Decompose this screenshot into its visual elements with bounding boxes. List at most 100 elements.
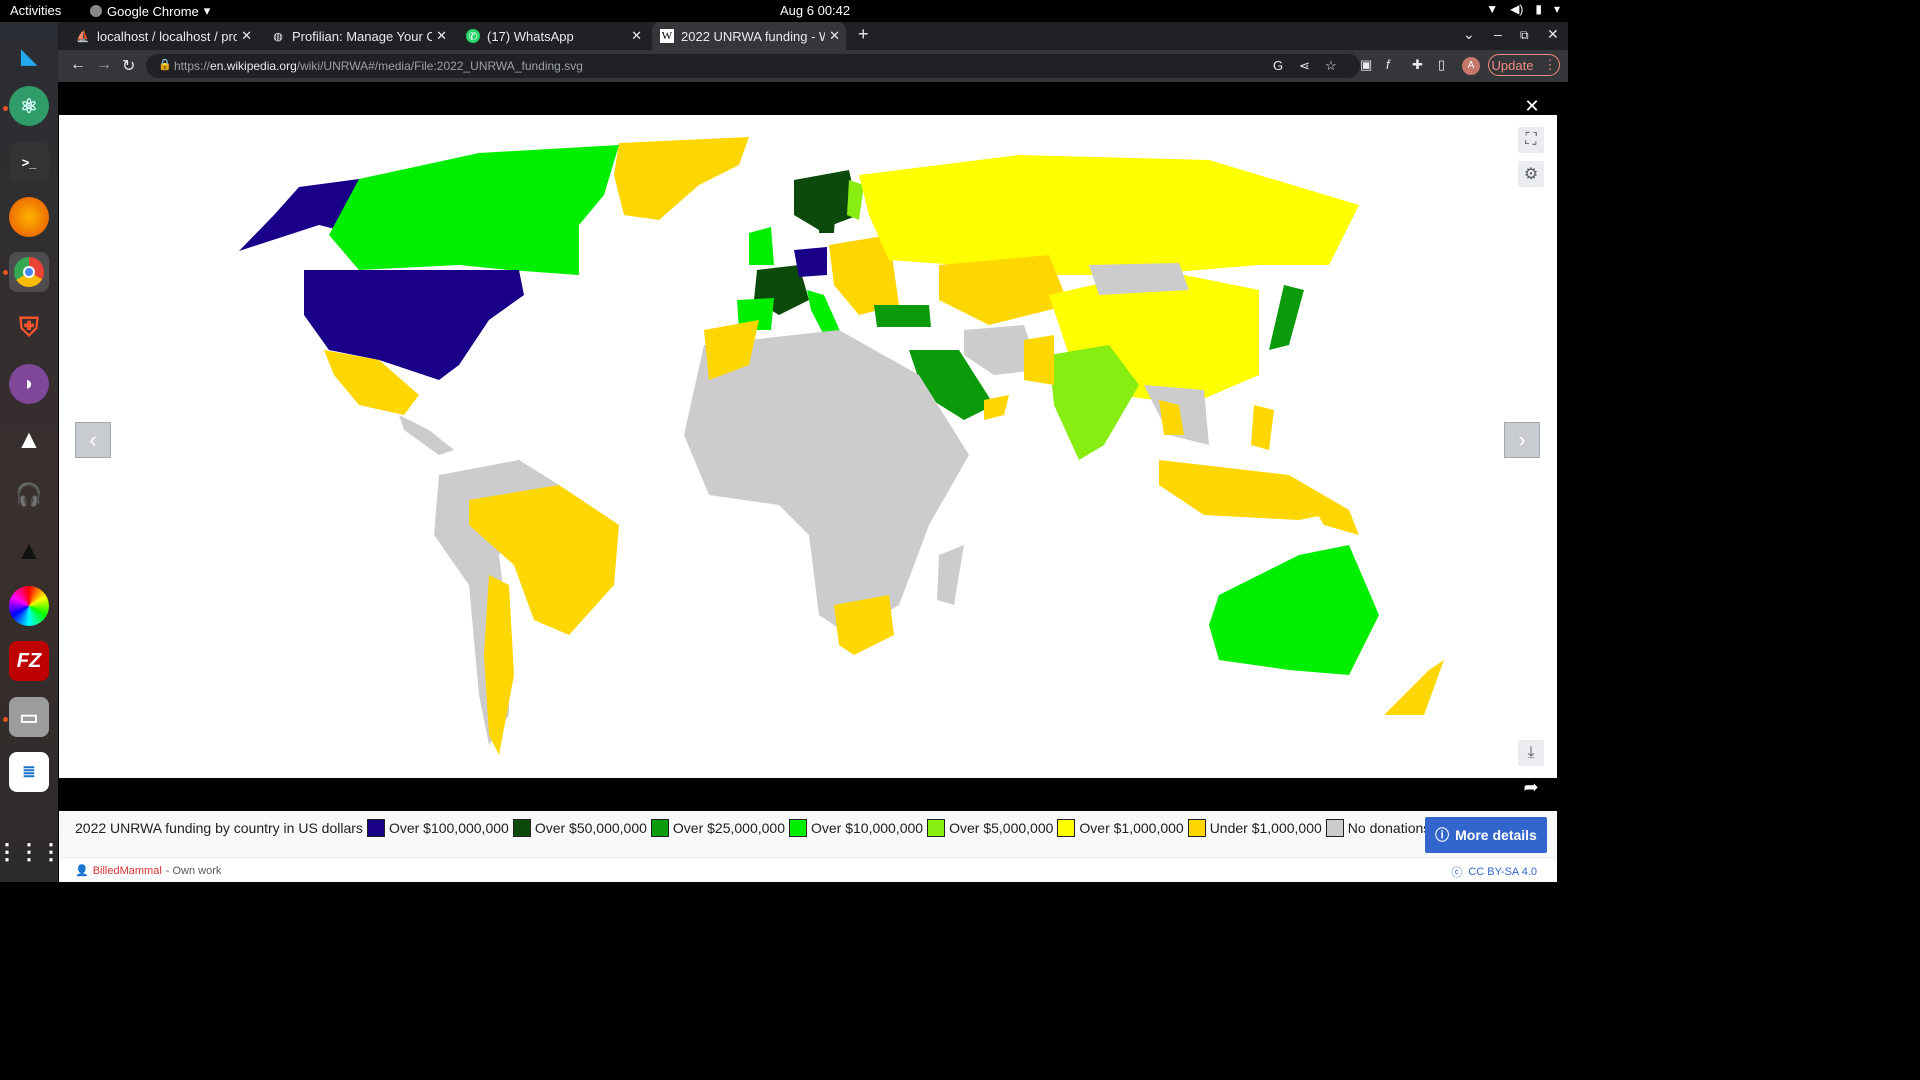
tab-whatsapp[interactable]: ✆ (17) WhatsApp ✕ — [458, 22, 648, 50]
globe-icon: ◍ — [273, 30, 283, 43]
close-viewer-icon[interactable]: ✕ — [1519, 93, 1545, 119]
tab-wikipedia[interactable]: W 2022 UNRWA funding - Wi ✕ — [652, 22, 846, 50]
tab-phpmyadmin[interactable]: ⛵ localhost / localhost / pro ✕ — [68, 22, 258, 50]
legend-swatch — [650, 819, 669, 837]
tab-title: 2022 UNRWA funding - Wi — [681, 28, 825, 44]
whatsapp-icon: ✆ — [466, 29, 480, 43]
close-tab-icon[interactable]: ✕ — [631, 28, 642, 44]
filezilla-icon[interactable]: FZ — [9, 641, 49, 681]
settings-gear-icon[interactable]: ⚙ — [1518, 161, 1544, 187]
writer-icon[interactable]: ≣ — [9, 752, 49, 792]
source-text: - Own work — [165, 864, 222, 877]
tor-icon[interactable]: ◗ — [9, 364, 49, 404]
chrome-icon[interactable] — [9, 252, 49, 292]
phpmyadmin-icon: ⛵ — [76, 30, 90, 43]
more-details-button[interactable]: ⓘ More details — [1425, 817, 1547, 853]
author-link[interactable]: BilledMammal — [93, 865, 162, 877]
next-image-button[interactable]: › — [1504, 422, 1540, 458]
battery-icon: ▮ — [1535, 2, 1542, 16]
tab-strip: ⛵ localhost / localhost / pro ✕ ◍ Profil… — [58, 22, 1568, 50]
legend-label: Over $50,000,000 — [534, 820, 647, 836]
close-tab-icon[interactable]: ✕ — [241, 28, 252, 44]
running-indicator — [3, 106, 8, 111]
legend-swatch — [1325, 819, 1344, 837]
tab-title: localhost / localhost / pro — [97, 28, 237, 44]
atom-icon[interactable]: ⚛ — [9, 86, 49, 126]
activities-button[interactable]: Activities — [10, 3, 61, 18]
legend-swatch — [1057, 819, 1076, 837]
new-tab-button[interactable]: + — [858, 24, 869, 45]
dock: ◣ ⚛ >_ ⛨ ◗ ▲ 🎧 ▲ FZ ▭ ≣ ⋮⋮⋮ — [0, 22, 62, 882]
caption-title: 2022 UNRWA funding by country in US doll… — [75, 820, 363, 836]
inkscape-icon[interactable]: ▲ — [9, 419, 49, 459]
extensions-icon[interactable]: ✚ — [1412, 57, 1423, 73]
address-bar[interactable]: 🔒 https://en.wikipedia.org/wiki/UNRWA#/m… — [146, 54, 1360, 78]
clock[interactable]: Aug 6 00:42 — [780, 3, 850, 18]
anonymous-icon[interactable]: ▲ — [9, 530, 49, 570]
tab-search-icon[interactable]: ⌄ — [1463, 26, 1475, 43]
color-picker-icon[interactable] — [9, 586, 49, 626]
close-window-icon[interactable]: ✕ — [1547, 26, 1559, 43]
chrome-small-icon — [90, 5, 102, 17]
google-lens-icon[interactable]: G — [1273, 58, 1283, 73]
side-panel-icon[interactable]: ▯ — [1438, 57, 1445, 73]
previous-image-button[interactable]: ‹ — [75, 422, 111, 458]
tab-profilian[interactable]: ◍ Profilian: Manage Your Co ✕ — [263, 22, 453, 50]
caption-bar: 2022 UNRWA funding by country in US doll… — [59, 811, 1557, 857]
world-map-image[interactable] — [59, 115, 1557, 778]
license-link[interactable]: ⓒ CC BY-SA 4.0 — [1451, 864, 1537, 880]
legend-swatch — [512, 819, 531, 837]
tab-title: Profilian: Manage Your Co — [292, 28, 432, 44]
system-top-bar: Activities Google Chrome ▾ Aug 6 00:42 ▼… — [0, 0, 1568, 22]
legend-swatch — [927, 819, 946, 837]
running-indicator — [3, 717, 8, 722]
funding-map — [59, 115, 1557, 778]
brave-icon[interactable]: ⛨ — [9, 308, 49, 348]
volume-icon: ◀) — [1510, 2, 1524, 16]
author-bar: 👤 BilledMammal - Own work ⓒ CC BY-SA 4.0 — [59, 857, 1557, 882]
close-tab-icon[interactable]: ✕ — [829, 28, 840, 44]
close-tab-icon[interactable]: ✕ — [436, 28, 447, 44]
wikipedia-icon: W — [660, 29, 674, 43]
more-menu-icon[interactable]: ⋮ — [1543, 57, 1556, 73]
firefox-icon[interactable] — [9, 197, 49, 237]
bookmark-star-icon[interactable]: ☆ — [1325, 58, 1337, 74]
reload-icon[interactable]: ↻ — [122, 56, 135, 76]
minimize-icon[interactable]: – — [1494, 26, 1502, 42]
app-name: Google Chrome — [107, 3, 199, 19]
update-button[interactable]: Update ⋮ — [1488, 54, 1560, 76]
url-text[interactable]: https://en.wikipedia.org/wiki/UNRWA#/med… — [174, 59, 583, 73]
download-icon[interactable]: ⤓ — [1518, 740, 1544, 766]
legend-label: Under $1,000,000 — [1209, 820, 1322, 836]
legend-swatch — [366, 819, 385, 837]
formula-extension-icon[interactable]: f — [1386, 57, 1390, 72]
legend-swatch — [1187, 819, 1206, 837]
wifi-icon: ▼ — [1486, 2, 1499, 16]
app-menu[interactable]: Google Chrome ▾ — [90, 3, 210, 19]
tab-title: (17) WhatsApp — [487, 28, 574, 44]
profile-avatar[interactable]: A — [1462, 57, 1480, 75]
turkey — [874, 305, 931, 327]
sweden — [819, 187, 837, 233]
restore-icon[interactable]: ⧉ — [1520, 28, 1529, 43]
vscode-icon[interactable]: ◣ — [9, 36, 49, 76]
lock-icon[interactable]: 🔒 — [158, 58, 172, 71]
terminal-icon[interactable]: >_ — [9, 142, 49, 182]
screencast-icon[interactable]: ▣ — [1360, 57, 1372, 73]
share-icon[interactable]: ⋖ — [1299, 58, 1310, 74]
pakistan — [1024, 335, 1054, 385]
system-menu-caret-icon: ▾ — [1553, 2, 1560, 16]
system-tray[interactable]: ▼ ◀) ▮ ▾ — [1486, 2, 1560, 16]
legend-label: Over $10,000,000 — [811, 820, 924, 836]
cc-icon: ⓒ — [1451, 867, 1463, 879]
audacity-icon[interactable]: 🎧 — [9, 475, 49, 515]
fullscreen-icon[interactable]: ⛶ — [1518, 127, 1544, 153]
app-grid-icon[interactable]: ⋮⋮⋮ — [0, 832, 62, 872]
uk-ireland — [749, 227, 774, 265]
back-icon[interactable]: ← — [70, 56, 86, 74]
legend-label: Over $5,000,000 — [949, 820, 1054, 836]
share-arrow-icon[interactable]: ➦ — [1518, 774, 1544, 800]
files-icon[interactable]: ▭ — [9, 697, 49, 737]
media-viewer: ✕ ⛶ ⚙ ‹ › ⤓ ➦ 2022 UNRWA funding by coun… — [58, 82, 1558, 882]
forward-icon[interactable]: → — [96, 56, 112, 74]
